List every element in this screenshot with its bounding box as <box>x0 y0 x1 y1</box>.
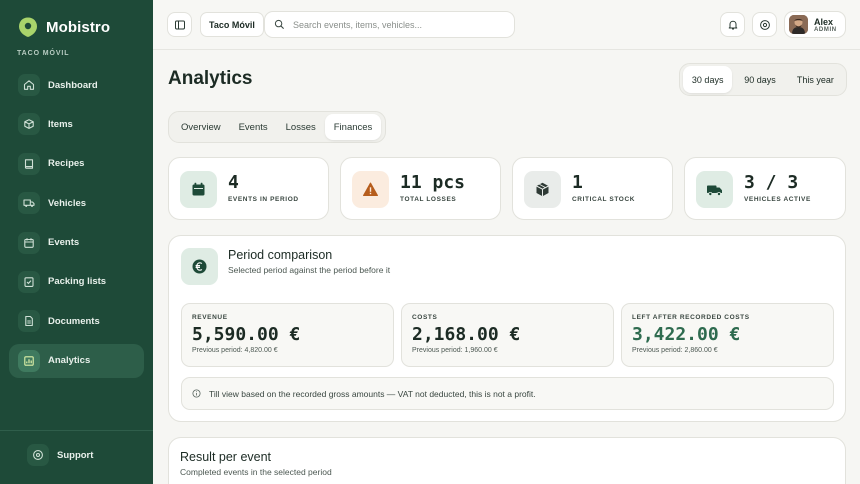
info-note-text: Till view based on the recorded gross am… <box>209 388 536 399</box>
tab-losses[interactable]: Losses <box>277 114 325 140</box>
sidebar-item-label: Vehicles <box>48 197 87 209</box>
stat-card-events: 4 EVENTS IN PERIOD <box>168 157 329 220</box>
info-note: Till view based on the recorded gross am… <box>181 377 834 410</box>
panel-title: Result per event <box>180 450 272 464</box>
help-icon <box>759 19 770 30</box>
stat-label: VEHICLES ACTIVE <box>744 196 811 203</box>
metric-previous: Previous period: 2,860.00 € <box>632 347 718 354</box>
metric-value: 5,590.00 € <box>192 324 301 345</box>
metric-previous: Previous period: 1,960.00 € <box>412 347 498 354</box>
chart-icon <box>18 349 40 372</box>
search-input[interactable] <box>293 19 503 30</box>
search-bar[interactable] <box>264 11 515 38</box>
search-icon <box>274 19 285 30</box>
truck-icon <box>18 192 40 215</box>
tab-overview[interactable]: Overview <box>172 114 230 140</box>
workspace-chip[interactable]: Taco Móvil <box>200 12 264 37</box>
calendar-icon <box>180 171 217 208</box>
sidebar-item-support[interactable]: Support <box>18 438 153 472</box>
stat-value: 3 / 3 <box>744 172 799 193</box>
period-comparison-panel: Period comparison Selected period agains… <box>168 235 846 422</box>
sidebar-item-label: Support <box>57 449 94 461</box>
sidebar-item-vehicles[interactable]: Vehicles <box>9 186 144 220</box>
help-circle-icon <box>27 444 49 466</box>
tab-finances[interactable]: Finances <box>324 114 382 140</box>
home-icon <box>18 74 40 96</box>
sidebar-item-label: Recipes <box>48 158 85 170</box>
sidebar-item-label: Documents <box>48 315 100 327</box>
truck-icon <box>696 171 733 208</box>
sidebar-nav: Dashboard Items Recipes Vehicles Events <box>0 68 153 383</box>
sidebar-item-label: Analytics <box>48 355 91 367</box>
metric-label: LEFT AFTER RECORDED COSTS <box>632 314 750 321</box>
stat-card-vehicles: 3 / 3 VEHICLES ACTIVE <box>684 157 846 220</box>
sidebar-item-label: Packing lists <box>48 276 107 288</box>
notifications-button[interactable] <box>720 12 745 37</box>
metric-label: COSTS <box>412 314 438 321</box>
metric-previous: Previous period: 4,820.00 € <box>192 347 278 354</box>
sidebar: Mobistro TACO MÓVIL Dashboard Items Reci… <box>0 0 153 484</box>
sidebar-item-packing-lists[interactable]: Packing lists <box>9 265 144 299</box>
sidebar-item-recipes[interactable]: Recipes <box>9 147 144 181</box>
sidebar-toggle-icon <box>174 20 185 29</box>
warning-icon <box>352 171 389 208</box>
topbar: Taco Móvil Alex ADMIN <box>153 0 860 50</box>
stat-label: CRITICAL STOCK <box>572 196 636 203</box>
analytics-tabs: Overview Events Losses Finances <box>168 111 386 143</box>
info-icon <box>192 389 201 398</box>
user-menu[interactable]: Alex ADMIN <box>784 11 846 38</box>
logo-icon <box>19 17 37 37</box>
help-button[interactable] <box>752 12 777 37</box>
avatar <box>789 15 808 34</box>
metric-left-after-costs: LEFT AFTER RECORDED COSTS 3,422.00 € Pre… <box>621 303 834 367</box>
euro-icon <box>181 248 218 285</box>
document-icon <box>18 310 40 333</box>
workspace-subtitle: TACO MÓVIL <box>17 50 70 57</box>
page-title: Analytics <box>168 68 253 89</box>
user-role: ADMIN <box>814 26 837 33</box>
sidebar-item-documents[interactable]: Documents <box>9 304 144 338</box>
book-icon <box>18 152 40 175</box>
sidebar-item-label: Events <box>48 237 80 249</box>
metric-value: 3,422.00 € <box>632 324 741 345</box>
metric-costs: COSTS 2,168.00 € Previous period: 1,960.… <box>401 303 614 367</box>
brand[interactable]: Mobistro <box>17 16 110 38</box>
cube-icon <box>524 171 561 208</box>
bell-icon <box>728 20 737 29</box>
range-this-year[interactable]: This year <box>788 66 843 93</box>
sidebar-item-events[interactable]: Events <box>9 226 144 260</box>
stat-value: 1 <box>572 172 583 193</box>
tab-events[interactable]: Events <box>230 114 277 140</box>
date-range-selector: 30 days 90 days This year <box>679 63 847 96</box>
sidebar-divider <box>0 430 153 431</box>
user-info: Alex ADMIN <box>814 17 837 33</box>
stat-card-losses: 11 pcs TOTAL LOSSES <box>340 157 501 220</box>
stat-value: 4 <box>228 172 239 193</box>
user-name: Alex <box>814 16 834 27</box>
sidebar-item-label: Items <box>48 118 73 130</box>
stat-label: EVENTS IN PERIOD <box>228 196 299 203</box>
box-icon <box>18 113 40 136</box>
stat-value: 11 pcs <box>400 172 466 193</box>
sidebar-item-analytics[interactable]: Analytics <box>9 343 144 378</box>
range-90-days[interactable]: 90 days <box>732 66 787 93</box>
range-30-days[interactable]: 30 days <box>683 66 733 93</box>
stat-card-critical-stock: 1 CRITICAL STOCK <box>512 157 673 220</box>
calendar-icon <box>18 231 40 254</box>
sidebar-item-label: Dashboard <box>48 79 98 91</box>
toggle-sidebar-button[interactable] <box>167 12 192 37</box>
sidebar-item-dashboard[interactable]: Dashboard <box>9 68 144 102</box>
metric-revenue: REVENUE 5,590.00 € Previous period: 4,82… <box>181 303 394 367</box>
stat-label: TOTAL LOSSES <box>400 196 457 203</box>
checklist-icon <box>18 270 40 293</box>
brand-name: Mobistro <box>46 18 111 36</box>
sidebar-item-items[interactable]: Items <box>9 107 144 141</box>
panel-subtitle: Completed events in the selected period <box>180 467 332 477</box>
metric-value: 2,168.00 € <box>412 324 521 345</box>
panel-title: Period comparison <box>228 248 333 262</box>
panel-subtitle: Selected period against the period befor… <box>228 265 391 275</box>
metric-label: REVENUE <box>192 314 228 321</box>
result-per-event-panel: Result per event Completed events in the… <box>168 437 846 484</box>
